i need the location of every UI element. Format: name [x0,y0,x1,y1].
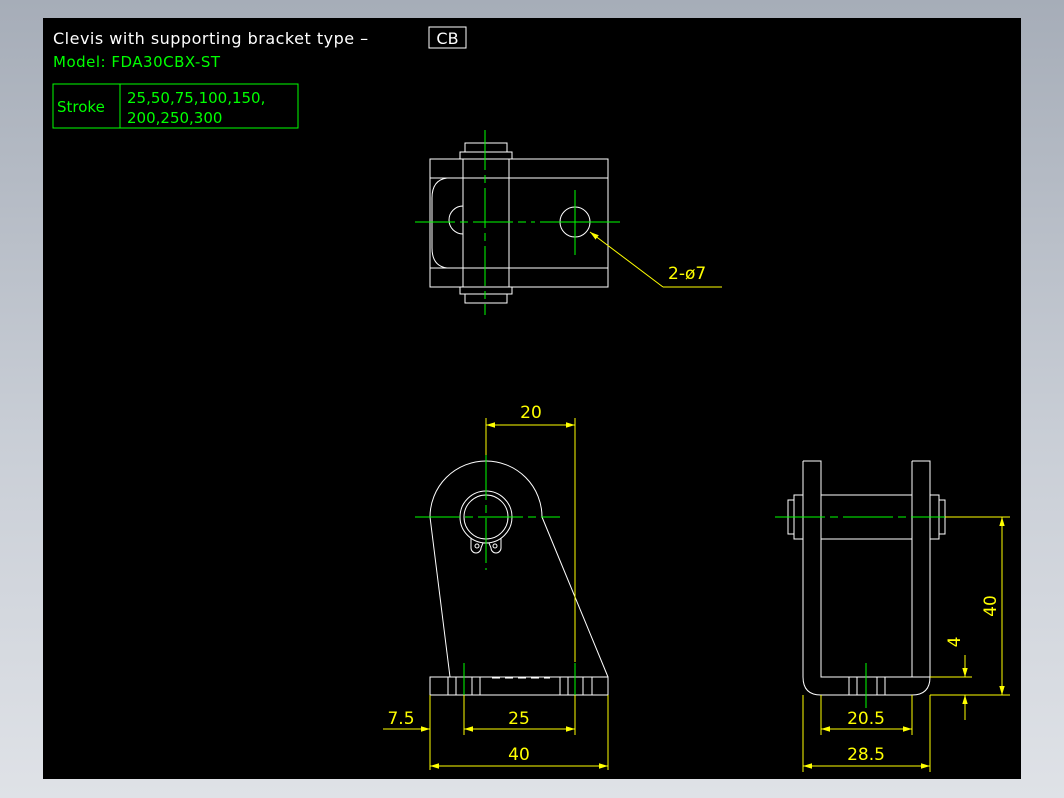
side-view-dimensions [802,516,1010,772]
stroke-label: Stroke [57,98,105,116]
title-block: Clevis with supporting bracket type – CB… [53,26,467,71]
dim-inner-width: 20.5 [847,709,885,729]
dim-pin-offset: 20 [520,403,542,423]
dim-outer-width: 28.5 [847,745,885,765]
stroke-values-line2: 200,250,300 [127,109,222,127]
stroke-table: Stroke 25,50,75,100,150, 200,250,300 [52,83,299,129]
dim-base-length: 40 [508,745,530,765]
title-text: Clevis with supporting bracket type – [53,29,369,48]
dim-hole-spacing: 25 [508,709,530,729]
dim-pin-height: 40 [981,595,1001,617]
type-code: CB [436,29,458,48]
dim-edge-offset: 7.5 [387,709,414,729]
side-view [787,460,946,696]
hole-callout: 2-ø7 [589,231,722,288]
hole-callout-text: 2-ø7 [668,264,706,284]
stroke-values-line1: 25,50,75,100,150, [127,89,265,107]
top-view [429,142,609,304]
front-view [429,460,609,696]
dim-base-thickness: 4 [945,637,965,648]
model-text: Model: FDA30CBX-ST [53,53,221,71]
cad-drawing: Clevis with supporting bracket type – CB… [52,26,1010,772]
drawing-canvas: Clevis with supporting bracket type – CB… [43,18,1021,779]
front-view-hidden-lines [447,677,593,695]
